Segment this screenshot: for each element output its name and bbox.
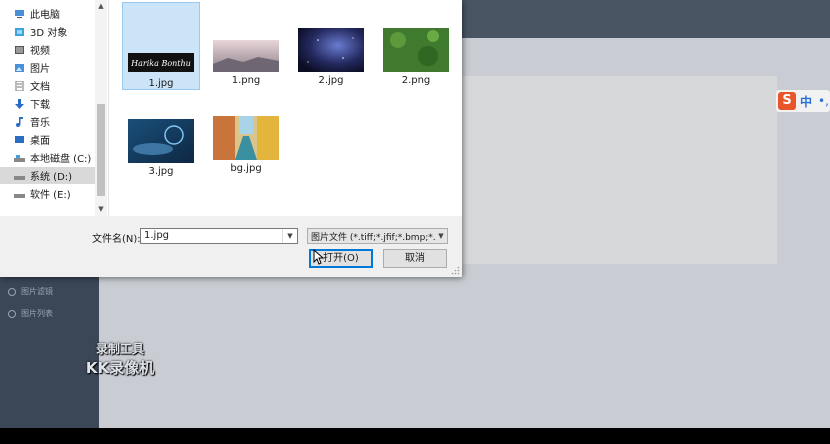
dialog-footer: 文件名(N): 1.jpg ▼ 图片文件 (*.tiff;*.jfif;*.bm…	[0, 216, 462, 277]
file-item[interactable]: 3.jpg	[122, 92, 200, 182]
file-thumbnail	[213, 40, 279, 72]
filename-label: 文件名(N):	[92, 234, 141, 245]
video-icon	[15, 45, 24, 54]
screen-bottom-bar	[0, 428, 830, 444]
desktop-icon	[15, 135, 24, 143]
nav-item-label: 图片	[30, 64, 50, 75]
nav-item-label: 系统 (D:)	[30, 172, 73, 183]
nav-item-label: 3D 对象	[30, 28, 68, 39]
drive-icon	[14, 193, 25, 198]
watermark-line2: KK录像机	[85, 359, 155, 377]
file-open-dialog: 此电脑 3D 对象 视频 图片 文档 下载 音乐 桌面 本地磁盘 (C:) 系统…	[0, 0, 462, 277]
nav-item-label: 软件 (E:)	[30, 190, 71, 201]
sogou-logo-icon: S	[778, 92, 796, 110]
file-name: bg.jpg	[230, 163, 262, 174]
picture-icon	[15, 63, 24, 72]
file-item[interactable]: 1.png	[207, 2, 285, 90]
gear-icon	[8, 309, 16, 318]
nav-item-documents[interactable]: 文档	[14, 78, 50, 93]
cancel-button[interactable]: 取消	[383, 249, 447, 268]
download-icon	[15, 98, 24, 109]
navigation-pane: 此电脑 3D 对象 视频 图片 文档 下载 音乐 桌面 本地磁盘 (C:) 系统…	[0, 0, 109, 216]
document-icon	[15, 80, 24, 91]
filter-icon	[8, 287, 16, 296]
nav-item-3d[interactable]: 3D 对象	[14, 24, 67, 39]
nav-item-pictures[interactable]: 图片	[14, 60, 50, 75]
nav-item-label: 下载	[30, 100, 50, 111]
nav-item-label: 视频	[30, 46, 50, 57]
music-icon	[16, 116, 23, 127]
nav-item-label: 桌面	[30, 136, 50, 147]
nav-item-label: 音乐	[30, 118, 50, 129]
cube-icon	[15, 27, 24, 36]
nav-item-drive-c[interactable]: 本地磁盘 (C:)	[14, 150, 91, 165]
file-thumbnail: Harika Bonthu	[128, 53, 194, 72]
nav-scrollbar[interactable]: ▲ ▼	[95, 0, 107, 216]
file-name: 3.jpg	[148, 166, 174, 177]
computer-icon	[15, 9, 24, 18]
file-item[interactable]: Harika Bonthu 1.jpg	[122, 2, 200, 90]
scrollbar-thumb[interactable]	[97, 104, 105, 196]
filename-input[interactable]: 1.jpg ▼	[140, 228, 298, 244]
sidebar-item-label: 图片列表	[21, 309, 53, 318]
chevron-down-icon[interactable]: ▼	[282, 229, 297, 243]
sidebar-item-label: 图片滤镜	[21, 287, 53, 296]
file-list: Harika Bonthu 1.jpg 1.png 2.jpg 2.png 3.…	[109, 0, 462, 216]
sidebar-item-filter[interactable]: 图片滤镜	[8, 286, 53, 297]
mouse-cursor-icon	[313, 249, 325, 265]
scroll-down-icon[interactable]: ▼	[97, 205, 105, 213]
nav-item-this-pc[interactable]: 此电脑	[14, 6, 60, 21]
file-name: 1.jpg	[148, 78, 174, 89]
nav-item-label: 本地磁盘 (C:)	[30, 154, 92, 165]
resize-grip-icon[interactable]	[451, 266, 460, 275]
filetype-value: 图片文件 (*.tiff;*.jfif;*.bmp;*.pj	[311, 233, 444, 243]
file-thumbnail	[383, 28, 449, 72]
nav-item-label: 文档	[30, 82, 50, 93]
nav-item-label: 此电脑	[30, 10, 60, 21]
sidebar-item-list[interactable]: 图片列表	[8, 308, 53, 319]
file-name: 2.png	[401, 75, 431, 86]
file-name: 1.png	[231, 75, 261, 86]
nav-item-drive-d[interactable]: 系统 (D:)	[0, 167, 95, 184]
watermark-line1: 录制工具	[95, 342, 144, 356]
nav-item-desktop[interactable]: 桌面	[14, 132, 50, 147]
thumbnail-caption: Harika Bonthu	[130, 59, 191, 68]
recorder-watermark: 录制工具 KK录像机	[70, 340, 170, 378]
ime-mode[interactable]: 中	[800, 93, 812, 110]
ime-toolbar[interactable]: S 中 •,	[776, 90, 830, 112]
content-card	[429, 76, 777, 264]
filename-value: 1.jpg	[144, 230, 170, 241]
file-item[interactable]: 2.jpg	[292, 2, 370, 90]
file-item[interactable]: bg.jpg	[207, 92, 285, 182]
file-item[interactable]: 2.png	[377, 2, 455, 90]
scroll-up-icon[interactable]: ▲	[97, 2, 105, 10]
filetype-select[interactable]: 图片文件 (*.tiff;*.jfif;*.bmp;*.pj ▼	[307, 228, 448, 244]
file-thumbnail	[298, 28, 364, 72]
file-name: 2.jpg	[318, 75, 344, 86]
file-thumbnail	[128, 119, 194, 163]
ime-punct[interactable]: •,	[818, 94, 829, 108]
nav-item-downloads[interactable]: 下载	[14, 96, 50, 111]
nav-item-drive-e[interactable]: 软件 (E:)	[14, 186, 71, 201]
file-thumbnail	[213, 116, 279, 160]
nav-item-music[interactable]: 音乐	[14, 114, 50, 129]
drive-icon	[14, 154, 25, 162]
drive-icon	[14, 175, 25, 180]
nav-item-video[interactable]: 视频	[14, 42, 50, 57]
chevron-down-icon[interactable]: ▼	[435, 229, 447, 243]
